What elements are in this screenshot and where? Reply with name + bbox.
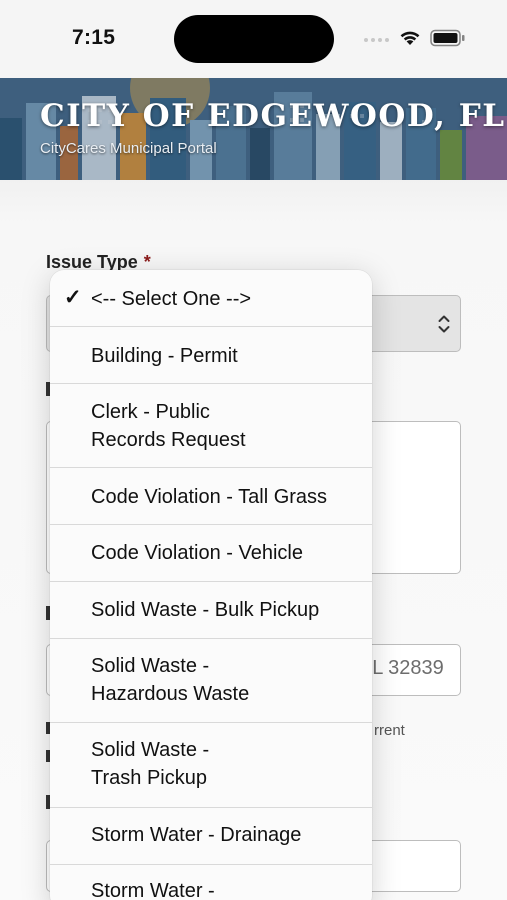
issue-type-label-text: Issue Type [46, 252, 138, 272]
picker-option-label: Solid Waste - Hazardous Waste [91, 655, 250, 705]
picker-option-label: Storm Water - Drainage [91, 824, 302, 846]
select-chevron-icon [438, 315, 450, 333]
status-time: 7:15 [72, 26, 116, 49]
header-banner: CITY OF EDGEWOOD, FL CityCares Municipal… [0, 78, 507, 180]
battery-icon [430, 29, 465, 47]
picker-option[interactable]: Code Violation - Vehicle [50, 525, 372, 582]
picker-option-label: Storm Water - [91, 880, 215, 900]
picker-option[interactable]: Solid Waste - Hazardous Waste [50, 639, 372, 723]
page-title: CITY OF EDGEWOOD, FL [40, 98, 506, 134]
cellular-signal-icon [364, 38, 389, 42]
location-hint-text: rrent [374, 722, 405, 739]
picker-option[interactable]: Code Violation - Tall Grass [50, 468, 372, 525]
picker-option-label: Solid Waste - Bulk Pickup [91, 599, 320, 621]
picker-option-label: Clerk - Public Records Request [91, 401, 246, 451]
picker-option[interactable]: Solid Waste - Bulk Pickup [50, 582, 372, 639]
status-bar: 7:15 [0, 0, 507, 78]
picker-option[interactable]: Storm Water - Drainage [50, 808, 372, 865]
issue-type-picker-menu[interactable]: ✓ <-- Select One --> Building - Permit C… [50, 270, 372, 900]
picker-option-label: <-- Select One --> [91, 288, 252, 310]
picker-option[interactable]: Clerk - Public Records Request [50, 384, 372, 468]
required-marker: * [143, 252, 151, 272]
dynamic-island [174, 15, 334, 63]
checkmark-icon: ✓ [64, 286, 82, 309]
page-subtitle: CityCares Municipal Portal [40, 140, 217, 157]
wifi-icon [400, 31, 420, 45]
picker-option-label: Code Violation - Vehicle [91, 542, 303, 564]
picker-option-label: Code Violation - Tall Grass [91, 486, 328, 508]
picker-option[interactable]: ✓ <-- Select One --> [50, 270, 372, 327]
picker-option-label: Building - Permit [91, 345, 238, 367]
picker-option[interactable]: Solid Waste - Trash Pickup [50, 723, 372, 808]
picker-option[interactable]: Building - Permit [50, 327, 372, 384]
picker-option-label: Solid Waste - Trash Pickup [91, 739, 210, 789]
address-value: FL 32839 [360, 657, 444, 679]
picker-option[interactable]: Storm Water - [50, 865, 372, 900]
